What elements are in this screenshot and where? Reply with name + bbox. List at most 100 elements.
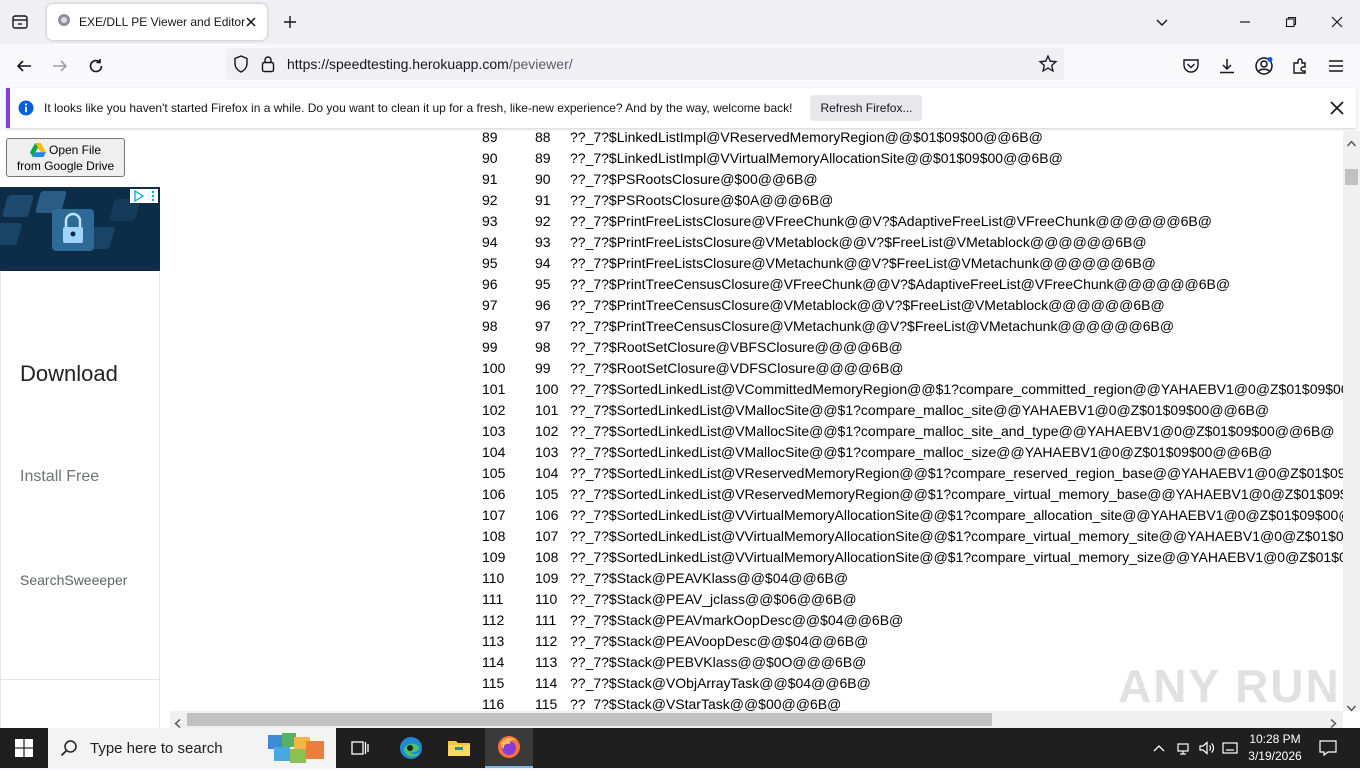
account-icon[interactable] bbox=[1251, 53, 1277, 79]
input-language-icon[interactable] bbox=[1220, 728, 1240, 768]
row-ordinal: 95 bbox=[482, 255, 498, 271]
row-ordinal: 98 bbox=[482, 318, 498, 334]
extensions-icon[interactable] bbox=[1287, 53, 1313, 79]
row-index: 108 bbox=[535, 549, 559, 565]
navigation-toolbar: https://speedtesting.herokuapp.com/pevie… bbox=[0, 44, 1360, 86]
tab-active[interactable]: EXE/DLL PE Viewer and Editor bbox=[47, 4, 267, 40]
row-ordinal: 96 bbox=[482, 276, 498, 292]
forward-icon[interactable] bbox=[47, 53, 73, 79]
row-symbol-name: ??_7?$Stack@PEBVKlass@@$0O@@@6B@ bbox=[570, 654, 867, 670]
ad-divider bbox=[0, 679, 160, 680]
row-ordinal: 103 bbox=[482, 423, 506, 439]
search-placeholder: Type here to search bbox=[90, 739, 223, 757]
firefox-taskbar-icon[interactable] bbox=[485, 728, 533, 768]
row-index: 95 bbox=[535, 276, 551, 292]
row-symbol-name: ??_7?$RootSetClosure@VBFSClosure@@@@6B@ bbox=[570, 339, 903, 355]
row-symbol-name: ??_7?$PrintFreeListsClosure@VMetablock@@… bbox=[570, 234, 1147, 250]
google-drive-icon bbox=[29, 143, 46, 157]
close-window-icon[interactable] bbox=[1325, 10, 1349, 34]
tracking-shield-icon[interactable] bbox=[233, 55, 249, 78]
downloads-icon[interactable] bbox=[1214, 53, 1240, 79]
row-symbol-name: ??_7?$PrintTreeCensusClosure@VFreeChunk@… bbox=[570, 276, 1231, 292]
gdrive-button-line1: Open File bbox=[48, 143, 102, 157]
gdrive-button-line2: from Google Drive bbox=[16, 159, 115, 173]
tab-list-icon[interactable] bbox=[8, 10, 32, 34]
notifications-icon[interactable] bbox=[1316, 728, 1340, 768]
bookmark-star-icon[interactable] bbox=[1038, 54, 1058, 79]
row-index: 97 bbox=[535, 318, 551, 334]
row-index: 91 bbox=[535, 192, 551, 208]
new-tab-icon[interactable] bbox=[280, 12, 300, 32]
ad-install-text[interactable]: Install Free bbox=[20, 468, 99, 486]
scroll-right-icon[interactable] bbox=[1330, 715, 1337, 728]
row-index: 114 bbox=[535, 675, 558, 691]
menu-hamburger-icon[interactable] bbox=[1323, 53, 1349, 79]
tab-title: EXE/DLL PE Viewer and Editor bbox=[79, 15, 246, 29]
edge-browser-icon[interactable] bbox=[387, 728, 435, 768]
row-symbol-name: ??_7?$Stack@VObjArrayTask@@$04@@6B@ bbox=[570, 675, 871, 691]
ad-choices-icon[interactable] bbox=[130, 189, 158, 203]
refresh-firefox-button[interactable]: Refresh Firefox... bbox=[810, 95, 923, 121]
row-symbol-name: ??_7?$Stack@VStarTask@@$00@@6B@ bbox=[570, 696, 842, 712]
row-index: 115 bbox=[535, 696, 558, 712]
task-view-icon[interactable] bbox=[336, 728, 384, 768]
row-symbol-name: ??_7?$SortedLinkedList@VReservedMemoryRe… bbox=[570, 486, 1360, 502]
address-bar[interactable]: https://speedtesting.herokuapp.com/pevie… bbox=[226, 48, 1064, 80]
row-symbol-name: ??_7?$PSRootsClosure@$0A@@@6B@ bbox=[570, 192, 834, 208]
row-ordinal: 115 bbox=[482, 675, 505, 691]
ad-download-link[interactable]: Download bbox=[20, 361, 118, 387]
row-symbol-name: ??_7?$LinkedListImpl@VReservedMemoryRegi… bbox=[570, 131, 1043, 145]
row-ordinal: 92 bbox=[482, 192, 498, 208]
row-index: 111 bbox=[535, 612, 557, 628]
row-symbol-name: ??_7?$PrintFreeListsClosure@VFreeChunk@@… bbox=[570, 213, 1212, 229]
firefox-refresh-notification: It looks like you haven't started Firefo… bbox=[6, 88, 1356, 128]
ad-brand-text[interactable]: SearchSweeeper bbox=[20, 572, 127, 588]
network-icon[interactable] bbox=[1174, 728, 1192, 768]
horizontal-scroll-thumb[interactable] bbox=[187, 713, 992, 726]
restore-icon[interactable] bbox=[1279, 10, 1303, 34]
row-ordinal: 105 bbox=[482, 465, 506, 481]
search-icon bbox=[60, 739, 78, 757]
row-symbol-name: ??_7?$SortedLinkedList@VReservedMemoryRe… bbox=[570, 465, 1360, 481]
file-explorer-icon[interactable] bbox=[435, 728, 483, 768]
tab-overflow-chevron-icon[interactable] bbox=[1150, 10, 1174, 34]
volume-icon[interactable] bbox=[1197, 728, 1217, 768]
back-icon[interactable] bbox=[11, 53, 37, 79]
vertical-scrollbar[interactable] bbox=[1343, 131, 1360, 712]
row-ordinal: 104 bbox=[482, 444, 506, 460]
ad-banner-image[interactable] bbox=[0, 187, 160, 271]
row-index: 106 bbox=[535, 507, 559, 523]
row-index: 93 bbox=[535, 234, 551, 250]
show-hidden-icons-chevron-icon[interactable] bbox=[1150, 728, 1168, 768]
pocket-icon[interactable] bbox=[1178, 53, 1204, 79]
vertical-scroll-thumb[interactable] bbox=[1345, 169, 1358, 185]
row-symbol-name: ??_7?$Stack@PEAVKlass@@$04@@6B@ bbox=[570, 570, 849, 586]
close-notification-icon[interactable] bbox=[1328, 99, 1346, 117]
taskbar-clock[interactable]: 10:28 PM 3/19/2026 bbox=[1240, 731, 1310, 765]
row-ordinal: 99 bbox=[482, 339, 498, 355]
row-index: 107 bbox=[535, 528, 559, 544]
row-index: 96 bbox=[535, 297, 551, 313]
row-symbol-name: ??_7?$PrintTreeCensusClosure@VMetablock@… bbox=[570, 297, 1165, 313]
taskbar-search-box[interactable]: Type here to search bbox=[48, 728, 336, 768]
row-ordinal: 110 bbox=[482, 570, 505, 586]
windows-start-icon[interactable] bbox=[0, 728, 48, 768]
row-ordinal: 108 bbox=[482, 528, 506, 544]
row-ordinal: 114 bbox=[482, 654, 505, 670]
close-tab-icon[interactable] bbox=[245, 13, 257, 31]
scroll-down-icon[interactable] bbox=[1346, 699, 1357, 717]
minimize-icon[interactable] bbox=[1233, 10, 1257, 34]
lock-icon[interactable] bbox=[261, 55, 275, 78]
url-text[interactable]: https://speedtesting.herokuapp.com/pevie… bbox=[287, 56, 573, 72]
search-highlight-puzzle-icon[interactable] bbox=[266, 731, 328, 770]
scroll-left-icon[interactable] bbox=[174, 715, 181, 728]
scroll-up-icon[interactable] bbox=[1346, 134, 1357, 152]
ad-sidebar bbox=[0, 271, 160, 728]
row-ordinal: 93 bbox=[482, 213, 498, 229]
row-index: 101 bbox=[535, 402, 559, 418]
horizontal-scrollbar[interactable] bbox=[170, 711, 1343, 728]
row-index: 103 bbox=[535, 444, 559, 460]
row-ordinal: 91 bbox=[482, 171, 498, 187]
open-from-google-drive-button[interactable]: Open File from Google Drive bbox=[6, 138, 125, 177]
reload-icon[interactable] bbox=[83, 53, 109, 79]
